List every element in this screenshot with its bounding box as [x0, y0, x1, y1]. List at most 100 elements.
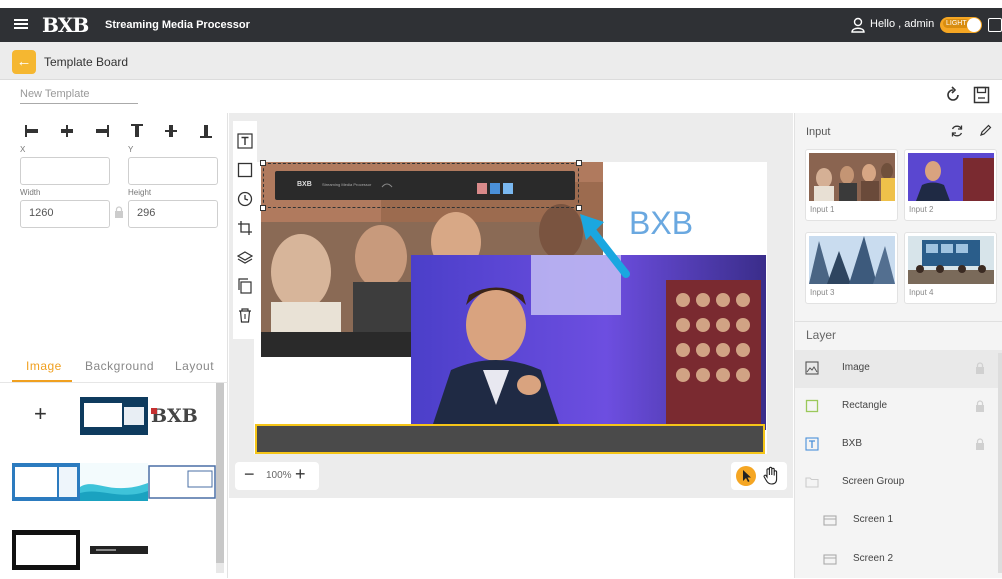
input-card-4[interactable]: Input 4: [904, 232, 997, 304]
ticker-bar-rectangle[interactable]: [255, 424, 765, 454]
input-4-label: Input 4: [909, 288, 934, 297]
layer-lock-icon[interactable]: [975, 362, 985, 374]
active-tab-indicator: [12, 380, 72, 382]
layer-item-screen-group[interactable]: Screen Group: [795, 464, 1002, 502]
text-icon: [805, 437, 819, 451]
library-thumb-frame-1[interactable]: [12, 463, 80, 501]
crop-tool-icon[interactable]: [237, 220, 253, 236]
brand-logo: BXB: [42, 13, 89, 37]
align-bottom-icon[interactable]: [198, 123, 214, 139]
layer-scrollbar[interactable]: [998, 353, 1002, 573]
align-center-horizontal-icon[interactable]: [59, 123, 75, 139]
select-pointer-button[interactable]: [736, 466, 756, 486]
layers-tool-icon[interactable]: [237, 249, 253, 265]
x-field[interactable]: [20, 157, 110, 185]
speaker-photo[interactable]: [411, 255, 766, 430]
tab-image[interactable]: Image: [26, 359, 62, 373]
refresh-inputs-icon[interactable]: [950, 124, 964, 138]
library-thumb-black-frame[interactable]: [12, 530, 80, 570]
layer-item-screen-2[interactable]: Screen 2: [795, 541, 1002, 579]
input-section-title: Input: [806, 126, 831, 138]
library-thumb-frame-2[interactable]: [148, 463, 216, 501]
aspect-lock-icon[interactable]: [114, 206, 124, 218]
fullscreen-icon[interactable]: [988, 18, 1002, 32]
library-thumb-layout[interactable]: [80, 397, 148, 435]
layer-section-title: Layer: [806, 328, 837, 342]
layer-name: Rectangle: [842, 400, 888, 411]
canvas-footer: [229, 498, 793, 578]
image-icon: [805, 361, 819, 375]
align-top-icon[interactable]: [129, 123, 145, 139]
layer-lock-icon[interactable]: [975, 438, 985, 450]
input-card-3[interactable]: Input 3: [805, 232, 898, 304]
input-card-1[interactable]: Input 1: [805, 149, 898, 221]
hamburger-menu-icon[interactable]: [14, 17, 28, 31]
width-label: Width: [20, 188, 41, 197]
bxb-overlay-text[interactable]: BXB: [629, 205, 693, 242]
zoom-out-button[interactable]: −: [244, 464, 255, 485]
layer-item-image[interactable]: Image: [795, 350, 1002, 388]
svg-text:BXB: BXB: [151, 405, 198, 426]
user-icon: [851, 17, 865, 33]
reset-icon[interactable]: [944, 86, 962, 104]
layer-lock-icon[interactable]: [975, 400, 985, 412]
edit-inputs-icon[interactable]: [979, 124, 992, 137]
page-header: ← Template Board: [0, 42, 1002, 80]
library-thumb-wave[interactable]: [80, 463, 148, 501]
tab-layout[interactable]: Layout: [175, 359, 214, 373]
tab-background[interactable]: Background: [85, 359, 154, 373]
copy-tool-icon[interactable]: [237, 278, 253, 294]
resize-handle-bottom-left[interactable]: [260, 205, 266, 211]
input-4-thumbnail: [908, 236, 994, 284]
right-panel: Input Input 1 Input 2 Input 3 Input 4 La…: [794, 113, 1002, 578]
add-image-button[interactable]: +: [34, 401, 47, 427]
screen-icon: [823, 554, 837, 565]
align-right-icon[interactable]: [94, 123, 110, 139]
page-title: Template Board: [44, 55, 129, 69]
layer-name: BXB: [842, 438, 863, 449]
screen-icon: [823, 515, 837, 526]
library-thumb-logo[interactable]: BXB: [149, 404, 213, 426]
zoom-control: − 100% +: [235, 462, 319, 490]
theme-toggle[interactable]: LIGHT: [940, 17, 982, 33]
width-field[interactable]: 1260: [20, 200, 110, 228]
rectangle-icon: [805, 399, 819, 413]
selection-outline[interactable]: [260, 160, 582, 211]
save-icon[interactable]: [973, 86, 990, 104]
resize-handle-top-right[interactable]: [576, 160, 582, 166]
annotation-arrow-icon: [580, 214, 630, 278]
hand-pan-icon[interactable]: [762, 466, 780, 486]
top-bar: BXB Streaming Media Processor Hello , ad…: [0, 8, 1002, 42]
rectangle-tool-icon[interactable]: [237, 162, 253, 178]
height-field[interactable]: 296: [128, 200, 218, 228]
zoom-in-button[interactable]: +: [295, 464, 306, 485]
align-left-icon[interactable]: [24, 123, 40, 139]
template-name-input[interactable]: New Template: [20, 88, 138, 104]
input-3-label: Input 3: [810, 288, 835, 297]
input-3-thumbnail: [809, 236, 895, 284]
text-tool-icon[interactable]: [237, 133, 253, 149]
input-1-thumbnail: [809, 153, 895, 201]
library-thumb-bar[interactable]: [90, 546, 148, 554]
y-field[interactable]: [128, 157, 218, 185]
folder-icon: [805, 477, 819, 488]
library-scrollbar[interactable]: [216, 383, 224, 573]
layer-name: Image: [842, 362, 870, 373]
layer-name: Screen Group: [842, 476, 905, 487]
delete-tool-icon[interactable]: [237, 307, 253, 323]
align-middle-vertical-icon[interactable]: [163, 123, 179, 139]
user-greeting: Hello , admin: [870, 18, 935, 30]
input-2-label: Input 2: [909, 205, 934, 214]
layer-item-rectangle[interactable]: Rectangle: [795, 388, 1002, 426]
library-scroll-thumb[interactable]: [216, 383, 224, 563]
layer-item-screen-1[interactable]: Screen 1: [795, 502, 1002, 540]
layer-item-bxb-text[interactable]: BXB: [795, 426, 1002, 464]
theme-toggle-knob: [967, 18, 981, 32]
input-card-2[interactable]: Input 2: [904, 149, 997, 221]
pointer-icon: [743, 470, 751, 482]
resize-handle-top-left[interactable]: [260, 160, 266, 166]
height-label: Height: [128, 188, 152, 197]
clock-tool-icon[interactable]: [237, 191, 253, 207]
input-1-label: Input 1: [810, 205, 835, 214]
back-button[interactable]: ←: [12, 50, 36, 74]
